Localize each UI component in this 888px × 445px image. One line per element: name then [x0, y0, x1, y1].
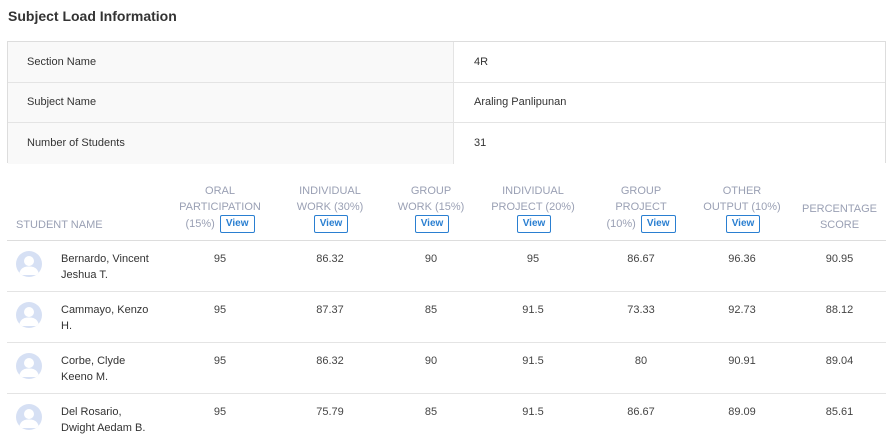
- grades-table-header: STUDENT NAME ORAL PARTICIPATION (15%) Vi…: [7, 178, 886, 241]
- other-output-score: 96.36: [728, 253, 756, 265]
- info-row-subject: Subject Name Araling Panlipunan: [8, 82, 885, 123]
- avatar-icon: [16, 251, 42, 277]
- student-name: Cammayo, Kenzo H.: [61, 304, 149, 332]
- view-other-output-button[interactable]: View: [725, 215, 761, 233]
- column-label: SCORE: [819, 219, 860, 231]
- column-group-project: GROUP PROJECT (10%) View: [591, 178, 691, 240]
- column-oral-participation: ORAL PARTICIPATION (15%) View: [165, 178, 275, 240]
- individual-project-score: 95: [526, 253, 540, 265]
- percentage-score: 90.95: [825, 253, 854, 265]
- group-work-score: 85: [424, 304, 438, 316]
- grades-table: STUDENT NAME ORAL PARTICIPATION (15%) Vi…: [7, 178, 886, 445]
- group-project-score: 73.33: [627, 304, 655, 316]
- info-label: Number of Students: [8, 123, 454, 164]
- column-student-name: STUDENT NAME: [16, 178, 156, 240]
- other-output-score: 90.91: [728, 355, 756, 367]
- info-row-section: Section Name 4R: [8, 42, 885, 83]
- student-name: Bernardo, Vincent Jeshua T.: [61, 253, 149, 281]
- avatar-icon: [16, 302, 42, 328]
- column-label: PROJECT (20%): [491, 201, 575, 213]
- group-work-score: 90: [424, 355, 438, 367]
- column-label: ORAL: [205, 185, 235, 197]
- column-individual-project: INDIVIDUAL PROJECT (20%) View: [479, 178, 587, 240]
- column-label: GROUP: [620, 185, 662, 197]
- page-title: Subject Load Information: [8, 8, 177, 24]
- info-label: Section Name: [8, 42, 454, 82]
- column-label: OUTPUT (10%): [703, 201, 781, 213]
- individual-project-score: 91.5: [522, 355, 544, 367]
- oral-participation-score: 95: [213, 406, 227, 418]
- avatar-icon: [16, 353, 42, 379]
- group-project-score: 86.67: [627, 406, 655, 418]
- table-row: Del Rosario, Dwight Aedam B. 95 75.79 85 …: [7, 394, 886, 445]
- group-project-score: 80: [634, 355, 648, 367]
- individual-work-score: 86.32: [316, 253, 344, 265]
- info-value: 31: [454, 123, 885, 164]
- percentage-score: 89.04: [825, 355, 854, 367]
- group-project-score: 86.67: [627, 253, 655, 265]
- oral-participation-score: 95: [213, 253, 227, 265]
- individual-work-score: 75.79: [316, 406, 344, 418]
- column-label: PARTICIPATION: [179, 201, 261, 213]
- info-value: Araling Panlipunan: [454, 82, 885, 122]
- view-individual-work-button[interactable]: View: [313, 215, 349, 233]
- view-group-work-button[interactable]: View: [414, 215, 450, 233]
- view-group-project-button[interactable]: View: [640, 215, 676, 233]
- column-percentage-score: PERCENTAGE SCORE: [793, 178, 886, 240]
- column-label: INDIVIDUAL: [502, 185, 564, 197]
- column-label: PERCENTAGE: [802, 203, 877, 215]
- percentage-score: 85.61: [825, 406, 854, 418]
- column-label: (10%): [606, 217, 636, 230]
- column-label: STUDENT NAME: [16, 219, 103, 231]
- table-row: Cammayo, Kenzo H. 95 87.37 85 91.5 73.33 …: [7, 292, 886, 343]
- table-row: Bernardo, Vincent Jeshua T. 95 86.32 90 9…: [7, 241, 886, 292]
- individual-project-score: 91.5: [522, 304, 544, 316]
- column-label: (15%): [185, 217, 215, 230]
- column-label: OTHER: [722, 185, 762, 197]
- info-row-students: Number of Students 31: [8, 123, 885, 164]
- column-other-output: OTHER OUTPUT (10%) View: [691, 178, 793, 240]
- info-value: 4R: [454, 42, 885, 82]
- other-output-score: 92.73: [728, 304, 756, 316]
- column-individual-work: INDIVIDUAL WORK (30%) View: [277, 178, 383, 240]
- table-row: Corbe, Clyde Keeno M. 95 86.32 90 91.5 80…: [7, 343, 886, 394]
- oral-participation-score: 95: [213, 304, 227, 316]
- column-label: INDIVIDUAL: [299, 185, 361, 197]
- oral-participation-score: 95: [213, 355, 227, 367]
- column-label: GROUP: [410, 185, 452, 197]
- info-label: Subject Name: [8, 82, 454, 122]
- column-label: WORK (30%): [296, 201, 364, 213]
- avatar-icon: [16, 404, 42, 430]
- view-oral-participation-button[interactable]: View: [219, 215, 255, 233]
- other-output-score: 89.09: [728, 406, 756, 418]
- column-label: PROJECT: [615, 201, 667, 213]
- student-name: Del Rosario, Dwight Aedam B.: [61, 406, 146, 434]
- student-name: Corbe, Clyde Keeno M.: [61, 355, 126, 383]
- individual-project-score: 91.5: [522, 406, 544, 418]
- column-group-work: GROUP WORK (15%) View: [385, 178, 477, 240]
- individual-work-score: 86.32: [316, 355, 344, 367]
- subject-info-table: Section Name 4R Subject Name Araling Pan…: [7, 41, 886, 164]
- column-label: WORK (15%): [397, 201, 465, 213]
- group-work-score: 90: [424, 253, 438, 265]
- individual-work-score: 87.37: [316, 304, 344, 316]
- percentage-score: 88.12: [825, 304, 854, 316]
- group-work-score: 85: [424, 406, 438, 418]
- view-individual-project-button[interactable]: View: [516, 215, 552, 233]
